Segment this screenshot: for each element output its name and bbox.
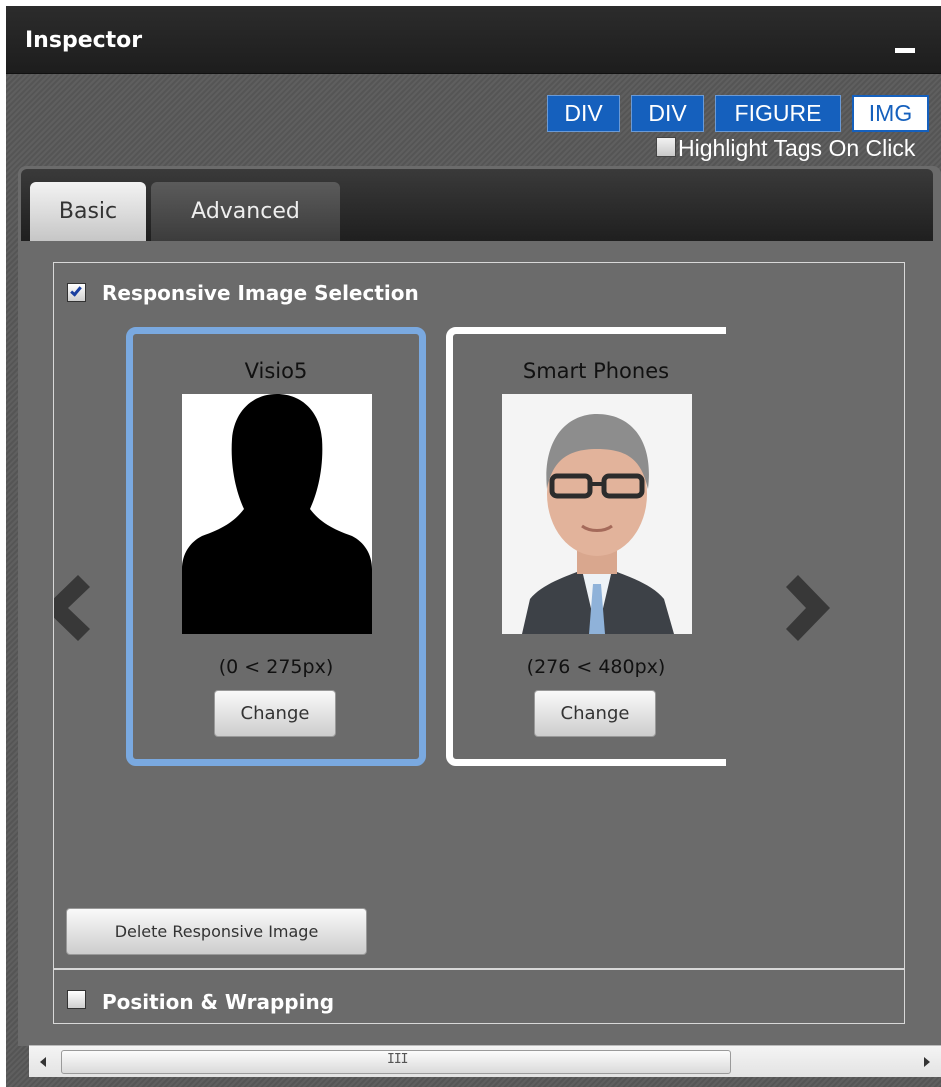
- highlight-tags-checkbox[interactable]: [656, 137, 676, 157]
- delete-responsive-image-button[interactable]: Delete Responsive Image: [66, 908, 367, 955]
- window-title: Inspector: [25, 28, 143, 53]
- position-wrapping-checkbox[interactable]: [67, 990, 86, 1009]
- horizontal-scrollbar[interactable]: III: [29, 1045, 941, 1077]
- breadcrumb-tag-div-2[interactable]: DIV: [631, 95, 704, 132]
- title-bar: Inspector: [6, 6, 941, 74]
- responsive-image-checkbox[interactable]: [67, 283, 86, 302]
- chevron-right-icon[interactable]: [786, 575, 830, 641]
- portrait-photo: [502, 394, 692, 634]
- breadcrumb-tag-figure[interactable]: FIGURE: [715, 95, 841, 132]
- change-image-button[interactable]: Change: [214, 690, 336, 737]
- breadcrumb-tag-img[interactable]: IMG: [852, 95, 929, 132]
- image-card-visio5[interactable]: Visio5 (0 < 275px) Change: [126, 327, 426, 766]
- silhouette-image: [182, 394, 372, 634]
- responsive-image-label: Responsive Image Selection: [102, 281, 419, 305]
- card-title: Visio5: [244, 359, 308, 383]
- tab-advanced[interactable]: Advanced: [151, 182, 340, 241]
- card-range: (276 < 480px): [526, 656, 666, 678]
- card-range: (0 < 275px): [218, 656, 334, 678]
- tab-basic[interactable]: Basic: [30, 182, 146, 241]
- scroll-right-arrow-icon[interactable]: [911, 1046, 941, 1078]
- basic-tab-content: Responsive Image Selection Visio5 (0 < 2…: [53, 262, 905, 1024]
- checkmark-icon: [70, 284, 82, 297]
- image-card-smart-phones[interactable]: Smart Phones (276 < 480px) Change: [446, 327, 726, 766]
- tab-bar: Basic Advanced: [21, 169, 933, 241]
- highlight-tags-label: Highlight Tags On Click: [678, 135, 916, 161]
- inspector-panel: Inspector DIV DIV FIGURE IMG Highlight T…: [6, 6, 941, 1087]
- card-title: Smart Phones: [522, 359, 670, 383]
- scrollbar-grip: III: [387, 1052, 409, 1067]
- change-image-button[interactable]: Change: [534, 690, 656, 737]
- image-carousel: Visio5 (0 < 275px) Change Smart Phones (…: [54, 327, 904, 787]
- scroll-left-arrow-icon[interactable]: [29, 1046, 59, 1078]
- position-wrapping-label: Position & Wrapping: [102, 990, 335, 1014]
- minimize-button[interactable]: [895, 48, 915, 53]
- carousel-viewport: Visio5 (0 < 275px) Change Smart Phones (…: [54, 327, 726, 787]
- scrollbar-thumb[interactable]: III: [61, 1050, 731, 1074]
- section-divider: [54, 968, 904, 970]
- properties-panel: Basic Advanced Responsive Image Selectio…: [18, 166, 941, 1046]
- breadcrumb-tag-div-1[interactable]: DIV: [547, 95, 620, 132]
